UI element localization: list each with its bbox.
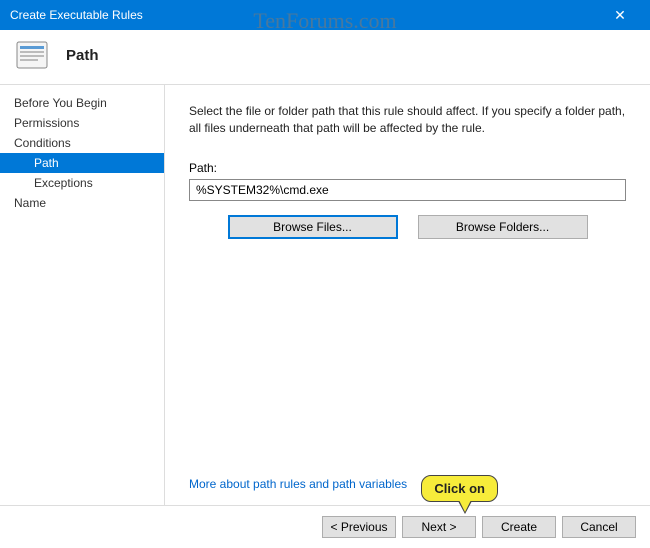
page-title: Path [66, 47, 99, 64]
content-pane: Select the file or folder path that this… [165, 85, 650, 505]
sidebar: Before You Begin Permissions Conditions … [0, 85, 165, 505]
sidebar-item-name[interactable]: Name [0, 193, 164, 213]
callout-text: Click on [421, 475, 498, 502]
more-info-link[interactable]: More about path rules and path variables [189, 477, 626, 491]
wizard-body: Before You Begin Permissions Conditions … [0, 85, 650, 505]
titlebar: Create Executable Rules ✕ [0, 0, 650, 30]
sidebar-item-permissions[interactable]: Permissions [0, 113, 164, 133]
browse-row: Browse Files... Browse Folders... [189, 215, 626, 239]
browse-folders-button[interactable]: Browse Folders... [418, 215, 588, 239]
next-button[interactable]: Next > [402, 516, 476, 538]
create-button[interactable]: Create [482, 516, 556, 538]
cancel-button[interactable]: Cancel [562, 516, 636, 538]
close-icon[interactable]: ✕ [600, 7, 640, 24]
path-input[interactable] [189, 179, 626, 201]
browse-files-button[interactable]: Browse Files... [228, 215, 398, 239]
sidebar-item-conditions[interactable]: Conditions [0, 133, 164, 153]
sidebar-item-exceptions[interactable]: Exceptions [0, 173, 164, 193]
description-text: Select the file or folder path that this… [189, 103, 626, 137]
path-icon [16, 40, 52, 70]
path-label: Path: [189, 161, 626, 175]
wizard-footer: < Previous Next > Create Cancel [0, 505, 650, 548]
sidebar-item-path[interactable]: Path [0, 153, 164, 173]
wizard-header: Path [0, 30, 650, 85]
window-title: Create Executable Rules [10, 8, 600, 22]
sidebar-item-before-you-begin[interactable]: Before You Begin [0, 93, 164, 113]
previous-button[interactable]: < Previous [322, 516, 396, 538]
annotation-callout: Click on [421, 475, 498, 502]
